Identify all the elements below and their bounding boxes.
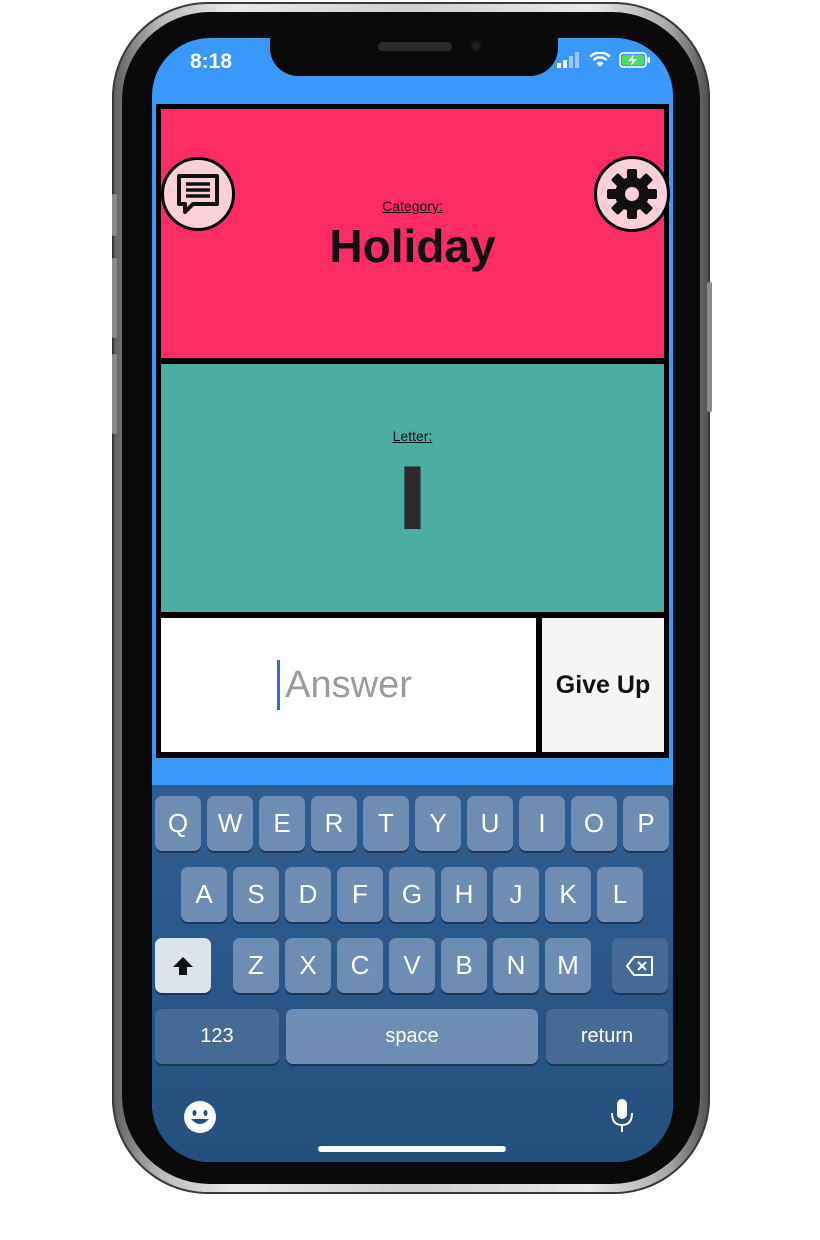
- numbers-key[interactable]: 123: [155, 1009, 279, 1064]
- key-k[interactable]: K: [545, 867, 591, 922]
- status-time: 8:18: [190, 50, 233, 73]
- space-key[interactable]: space: [286, 1009, 538, 1064]
- key-y[interactable]: Y: [415, 796, 461, 851]
- key-u[interactable]: U: [467, 796, 513, 851]
- key-l[interactable]: L: [597, 867, 643, 922]
- phone-volume-down-button: [112, 354, 117, 434]
- front-camera: [470, 40, 482, 52]
- backspace-icon: [626, 955, 653, 976]
- key-s[interactable]: S: [233, 867, 279, 922]
- battery-charging-icon: [619, 52, 650, 68]
- shift-key[interactable]: [155, 938, 211, 993]
- key-a[interactable]: A: [181, 867, 227, 922]
- key-p[interactable]: P: [623, 796, 669, 851]
- key-d[interactable]: D: [285, 867, 331, 922]
- key-z[interactable]: Z: [233, 938, 279, 993]
- settings-button[interactable]: [594, 156, 670, 232]
- shift-icon: [173, 956, 193, 975]
- letter-value: I: [396, 450, 429, 550]
- key-n[interactable]: N: [493, 938, 539, 993]
- key-r[interactable]: R: [311, 796, 357, 851]
- wifi-icon: [589, 52, 611, 67]
- gear-icon: [607, 169, 657, 219]
- key-t[interactable]: T: [363, 796, 409, 851]
- key-i[interactable]: I: [519, 796, 565, 851]
- give-up-button[interactable]: Give Up: [542, 618, 664, 752]
- key-c[interactable]: C: [337, 938, 383, 993]
- key-b[interactable]: B: [441, 938, 487, 993]
- home-indicator: [318, 1146, 506, 1152]
- emoji-icon[interactable]: [182, 1099, 218, 1135]
- category-label: Category:: [382, 198, 443, 214]
- key-g[interactable]: G: [389, 867, 435, 922]
- text-caret: [277, 660, 280, 710]
- chat-icon: [177, 174, 219, 214]
- key-v[interactable]: V: [389, 938, 435, 993]
- key-f[interactable]: F: [337, 867, 383, 922]
- signal-icon: [557, 52, 579, 68]
- return-key[interactable]: return: [546, 1009, 668, 1064]
- backspace-key[interactable]: [612, 938, 668, 993]
- onscreen-keyboard: Q W E R T Y U I O P A S D F G H J K L Z …: [152, 785, 673, 1162]
- key-h[interactable]: H: [441, 867, 487, 922]
- phone-power-button: [707, 282, 712, 412]
- key-e[interactable]: E: [259, 796, 305, 851]
- notch: [270, 38, 558, 76]
- letter-label: Letter:: [392, 428, 433, 444]
- key-q[interactable]: Q: [155, 796, 201, 851]
- key-m[interactable]: M: [545, 938, 591, 993]
- game-card: Category: Holiday Letter: I Give Up: [156, 104, 670, 758]
- phone-screen: 8:18 Category: Holiday Letter: I Answer …: [152, 38, 673, 1162]
- category-value: Holiday: [329, 220, 496, 272]
- microphone-icon[interactable]: [609, 1097, 635, 1135]
- key-o[interactable]: O: [571, 796, 617, 851]
- phone-side-button: [112, 194, 117, 236]
- answer-box[interactable]: [161, 618, 536, 752]
- key-x[interactable]: X: [285, 938, 331, 993]
- key-w[interactable]: W: [207, 796, 253, 851]
- answer-input[interactable]: [206, 654, 491, 716]
- status-icons: [557, 52, 651, 68]
- category-panel: Category: Holiday: [161, 109, 664, 358]
- speaker-grille: [378, 42, 452, 51]
- phone-volume-up-button: [112, 258, 117, 338]
- letter-panel: Letter: I: [161, 364, 664, 612]
- chat-button[interactable]: [161, 157, 235, 231]
- key-j[interactable]: J: [493, 867, 539, 922]
